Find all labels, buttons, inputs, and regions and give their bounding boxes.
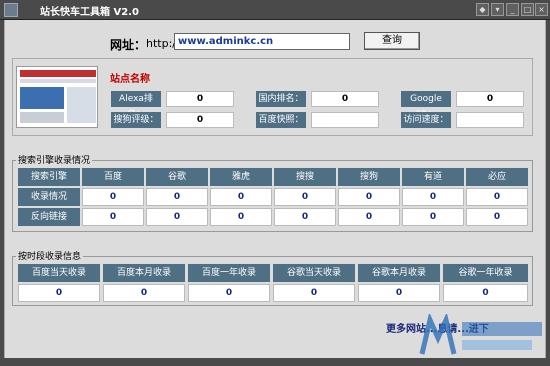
alexa-rank-label: Alexa排名： [111,91,161,120]
period-value: 0 [188,284,270,302]
maximize-button[interactable]: □ [521,3,534,16]
period-value: 0 [18,284,100,302]
sogou-rating-value: 0 [166,112,234,128]
index-cell: 0 [466,188,528,206]
window-title: 站长快车工具箱 V2.0 [40,7,139,18]
engine-header: 百度 [82,168,144,186]
minimize-button[interactable]: _ [506,3,519,16]
app-icon [4,3,18,17]
backlink-cell: 0 [466,208,528,226]
index-cell: 0 [210,188,272,206]
search-engine-title: 搜索引擎收录情况 [16,153,93,166]
period-header: 百度当天收录 [18,264,100,282]
title-bar: 站长快车工具箱 V2.0 ◆ ▾ _ □ × [0,0,550,20]
baidu-snapshot-label: 百度快照： [256,112,306,128]
backlink-cell: 0 [274,208,336,226]
backlink-cell: 0 [402,208,464,226]
row-label: 收录情况 [18,188,80,206]
engine-header: 谷歌 [146,168,208,186]
backlink-cell: 0 [146,208,208,226]
period-header: 谷歌当天收录 [273,264,355,282]
access-speed-label: 访问速度： [401,112,451,128]
period-value: 0 [103,284,185,302]
period-header: 谷歌本月收录 [358,264,440,282]
pin-icon[interactable]: ◆ [476,3,489,16]
time-period-title: 按时段收录信息 [16,249,84,262]
baidu-snapshot-value [311,112,379,128]
engine-header: 搜狗 [338,168,400,186]
engine-header: 搜索引擎 [18,168,80,186]
period-header: 谷歌一年收录 [443,264,528,282]
watermark-logo [419,314,542,355]
query-button[interactable]: 查询 [364,32,420,50]
backlink-cell: 0 [210,208,272,226]
index-cell: 0 [338,188,400,206]
index-cell: 0 [82,188,144,206]
close-button[interactable]: × [535,3,548,16]
period-header: 百度一年收录 [188,264,270,282]
period-value: 0 [358,284,440,302]
sogou-rating-label: 搜狗评级： [111,112,161,128]
window-bottom-bar [0,358,550,366]
alexa-rank-value: 0 [166,91,234,107]
site-thumbnail [16,66,98,128]
engine-header: 有道 [402,168,464,186]
domestic-rank-label: 国内排名： [256,91,306,107]
access-speed-value [456,112,524,128]
period-value: 0 [273,284,355,302]
menu-icon[interactable]: ▾ [491,3,504,16]
index-cell: 0 [402,188,464,206]
backlink-cell: 0 [338,208,400,226]
google-pr-label: Google PR： [401,91,451,120]
engine-header: 雅虎 [210,168,272,186]
engine-header: 搜搜 [274,168,336,186]
window-border-right [546,20,550,360]
row-label: 反向链接 [18,208,80,226]
url-input[interactable]: www.adminkc.cn [174,33,350,50]
backlink-cell: 0 [82,208,144,226]
period-header: 百度本月收录 [103,264,185,282]
index-cell: 0 [274,188,336,206]
period-value: 0 [443,284,528,302]
engine-header: 必应 [466,168,528,186]
site-name: 站点名称 [110,74,150,85]
google-pr-value: 0 [456,91,524,107]
url-label: 网址： [110,38,147,52]
domestic-rank-value: 0 [311,91,379,107]
index-cell: 0 [146,188,208,206]
